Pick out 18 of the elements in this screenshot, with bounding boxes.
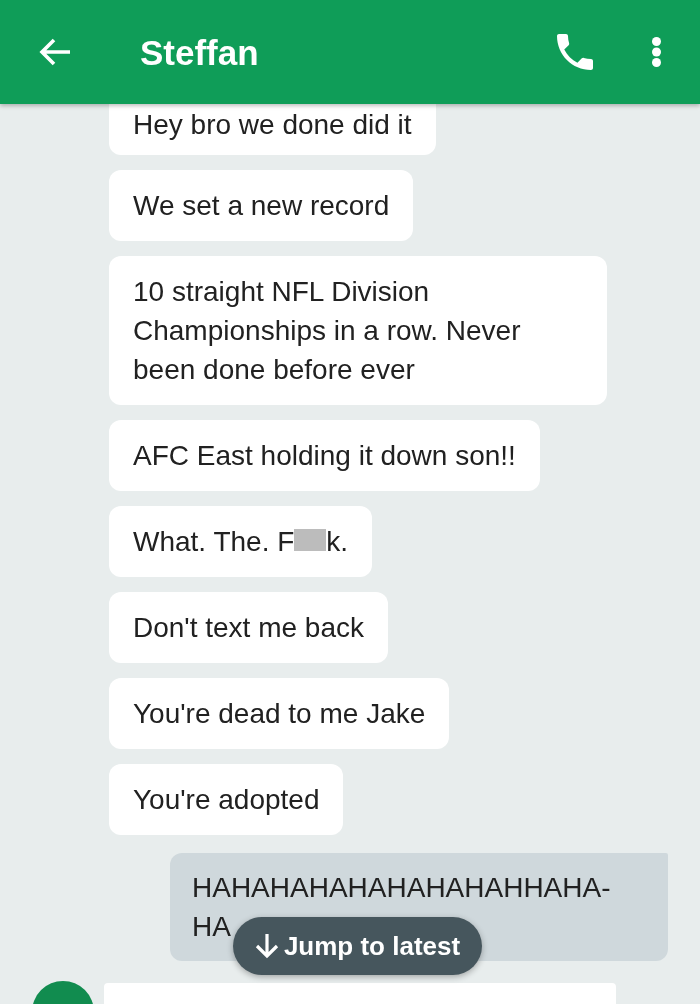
message-text: What. The. F: [133, 526, 295, 557]
message-text: k.: [326, 526, 349, 557]
message-input-field[interactable]: [104, 983, 616, 1004]
received-message: We set a new record: [109, 170, 414, 241]
arrow-down-icon: [254, 933, 279, 959]
received-message: Hey bro we done did it: [109, 104, 436, 155]
received-message: 10 straight NFL Division Championships in a row. Never been done before ever: [109, 256, 607, 405]
received-message: You're adopted: [109, 764, 344, 835]
received-message: You're dead to me Jake: [109, 678, 450, 749]
jump-to-latest-button[interactable]: Jump to latest: [233, 917, 482, 975]
avatar-icon: [32, 981, 94, 1004]
received-message: Don't text me back: [109, 592, 388, 663]
phone-icon[interactable]: [557, 34, 593, 70]
received-message: AFC East holding it down son!!: [109, 420, 540, 491]
censor-block: [294, 529, 327, 551]
back-arrow-icon[interactable]: [38, 37, 72, 67]
contact-name: Steffan: [140, 34, 259, 70]
more-options-icon[interactable]: [652, 37, 661, 67]
